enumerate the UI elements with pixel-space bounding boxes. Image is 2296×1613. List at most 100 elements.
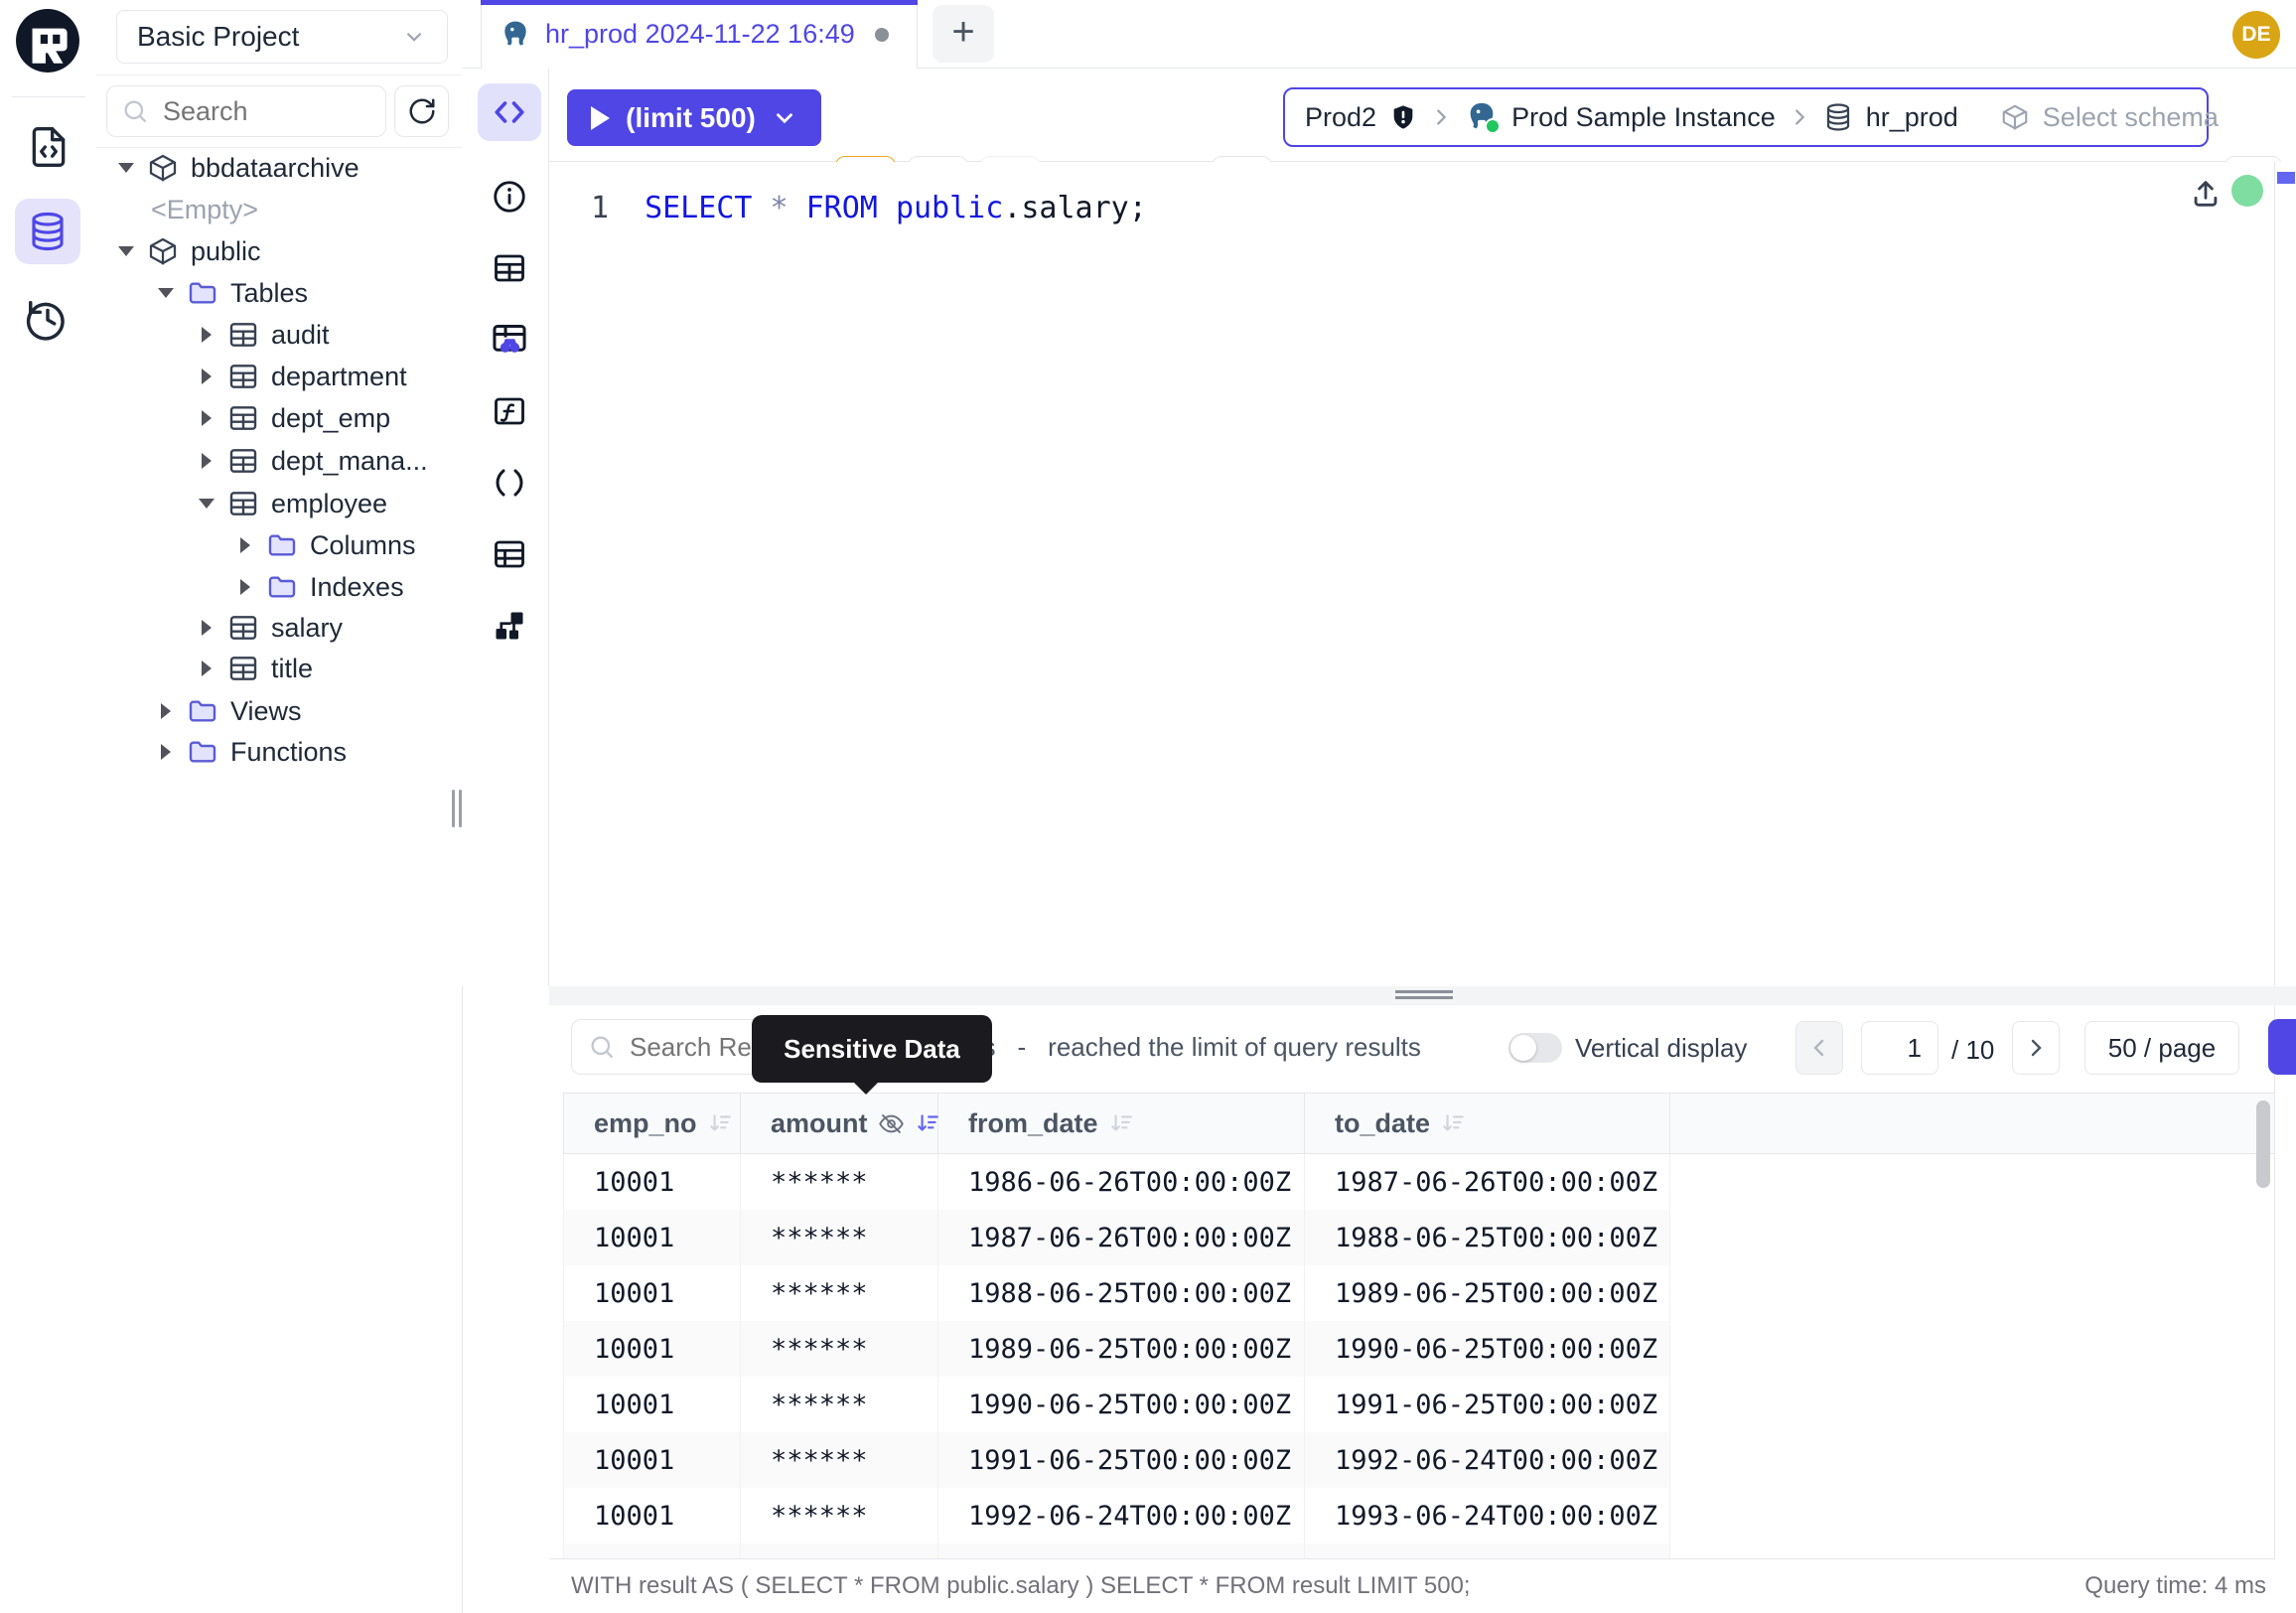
caret-right-icon[interactable] <box>198 453 215 469</box>
database-icon <box>27 211 69 252</box>
table-row[interactable]: 10001 ****** 1988-06-25T00:00:00Z 1989-0… <box>563 1265 2274 1321</box>
search-icon <box>588 1033 616 1061</box>
upload-sheet-icon[interactable] <box>2186 174 2225 214</box>
caret-down-icon[interactable] <box>157 288 175 298</box>
folder-icon <box>266 529 298 561</box>
caret-right-icon[interactable] <box>236 579 254 595</box>
caret-right-icon[interactable] <box>198 620 215 636</box>
procedures-pane-button[interactable] <box>468 451 551 514</box>
tree-item-schema-public[interactable]: public <box>96 230 475 272</box>
caret-right-icon[interactable] <box>157 744 175 760</box>
caret-down-icon[interactable] <box>117 163 135 173</box>
page-number-input[interactable] <box>1861 1021 1938 1075</box>
new-tab-button[interactable]: + <box>933 5 994 63</box>
avatar-initials: DE <box>2241 23 2270 47</box>
history-icon[interactable] <box>24 296 72 344</box>
column-header-empty <box>1670 1094 2274 1153</box>
chevron-right-icon <box>2024 1036 2048 1060</box>
export-button-cutoff[interactable] <box>2268 1019 2296 1075</box>
sql-editor-app: Basic Project <box>0 0 2296 1613</box>
plus-icon: + <box>951 12 974 52</box>
column-header-amount[interactable]: amount <box>741 1094 938 1153</box>
column-header-emp-no[interactable]: emp_no <box>564 1094 741 1153</box>
drag-handle-icon <box>1395 996 1453 999</box>
table-row[interactable]: 10001 ****** 1987-06-26T00:00:00Z 1988-0… <box>563 1210 2274 1265</box>
table-row[interactable]: 10001 ****** 1992-06-24T00:00:00Z 1993-0… <box>563 1488 2274 1543</box>
table-search-icon <box>491 321 528 359</box>
external-tables-pane-button[interactable] <box>468 522 551 586</box>
sidebar-divider <box>96 74 462 75</box>
caret-right-icon[interactable] <box>198 368 215 384</box>
schema-icon <box>147 235 179 267</box>
caret-right-icon[interactable] <box>157 703 175 719</box>
worksheet-icon[interactable] <box>25 121 72 173</box>
refresh-icon <box>407 96 437 126</box>
tree-item-folder-views[interactable]: Views <box>96 690 514 732</box>
status-bar: WITH result AS ( SELECT * FROM public.sa… <box>549 1559 2296 1613</box>
info-pane-button[interactable] <box>468 165 551 228</box>
tree-search-input[interactable] <box>161 95 363 128</box>
table-row[interactable]: 10001 ****** 1993-06-24T00:00:00Z 1994-0… <box>563 1543 2274 1559</box>
tree-item-folder-functions[interactable]: Functions <box>96 731 514 773</box>
sort-icon-active[interactable] <box>915 1110 940 1136</box>
run-label: (limit 500) <box>626 102 756 134</box>
connection-health-dot <box>2231 175 2263 207</box>
page-size-select[interactable]: 50 / page <box>2084 1021 2239 1075</box>
caret-right-icon[interactable] <box>198 327 215 343</box>
page-size-value: 50 / page <box>2108 1033 2216 1064</box>
tree-search <box>106 85 386 137</box>
tree-item-folder-tables[interactable]: Tables <box>96 272 514 314</box>
schema-icon <box>147 152 179 184</box>
sql-keyword: FROM <box>806 191 878 225</box>
chevron-right-icon <box>1430 106 1452 128</box>
connection-breadcrumb[interactable]: Prod2 Prod Sample Instance hr_prod Selec… <box>1283 87 2209 147</box>
sort-icon[interactable] <box>1440 1110 1466 1136</box>
table-row[interactable]: 10001 ****** 1986-06-26T00:00:00Z 1987-0… <box>563 1154 2274 1210</box>
database-nav-button[interactable] <box>15 199 80 264</box>
caret-right-icon[interactable] <box>198 410 215 426</box>
instance-label: Prod Sample Instance <box>1511 102 1776 133</box>
next-page-button[interactable] <box>2012 1021 2060 1075</box>
column-header-to-date[interactable]: to_date <box>1305 1094 1670 1153</box>
chevron-down-icon[interactable] <box>772 105 797 131</box>
results-table: emp_no amount from_date to_date 10001 <box>549 1093 2274 1559</box>
select-schema[interactable]: Select schema <box>1978 89 2240 145</box>
refresh-button[interactable] <box>394 85 449 137</box>
sql-editor-area[interactable]: 1 SELECT * FROM public .salary; <box>549 162 2274 986</box>
column-header-from-date[interactable]: from_date <box>938 1094 1305 1153</box>
vertical-display-toggle[interactable] <box>1508 1033 1562 1063</box>
run-button[interactable]: (limit 500) <box>567 89 821 146</box>
database-stack-icon <box>1823 102 1853 132</box>
bytebase-logo-icon[interactable] <box>15 8 80 73</box>
sort-icon[interactable] <box>1108 1110 1134 1136</box>
editor-scrollbar[interactable] <box>2274 162 2296 986</box>
tables-pane-button[interactable] <box>468 236 551 300</box>
functions-pane-button[interactable] <box>468 379 551 443</box>
chevron-left-icon <box>1807 1036 1831 1060</box>
tab-active[interactable]: hr_prod 2024-11-22 16:49 <box>481 0 918 69</box>
project-selector[interactable]: Basic Project <box>116 10 448 64</box>
diagram-pane-button[interactable] <box>468 594 551 658</box>
code-pane-button[interactable] <box>478 83 541 141</box>
unsaved-dot <box>875 28 889 42</box>
tree-item-schema-bbdataarchive[interactable]: bbdataarchive <box>96 147 475 189</box>
vertical-display-label: Vertical display <box>1575 1033 1747 1064</box>
caret-right-icon[interactable] <box>198 660 215 676</box>
sensitive-data-tooltip: Sensitive Data <box>752 1015 992 1083</box>
caret-down-icon[interactable] <box>117 246 135 256</box>
avatar[interactable]: DE <box>2232 11 2280 59</box>
diagram-icon <box>492 608 527 644</box>
panel-resize-divider[interactable] <box>549 986 2296 1005</box>
tree-item-empty: <Empty> <box>96 189 508 230</box>
caret-right-icon[interactable] <box>236 537 254 553</box>
caret-down-icon[interactable] <box>198 499 215 509</box>
sort-icon[interactable] <box>707 1110 733 1136</box>
table-row[interactable]: 10001 ****** 1991-06-25T00:00:00Z 1992-0… <box>563 1432 2274 1488</box>
table-row[interactable]: 10001 ****** 1990-06-25T00:00:00Z 1991-0… <box>563 1377 2274 1432</box>
masked-tables-pane-button[interactable] <box>468 308 551 371</box>
database-label: hr_prod <box>1866 102 1958 133</box>
table-row[interactable]: 10001 ****** 1989-06-25T00:00:00Z 1990-0… <box>563 1321 2274 1377</box>
results-scrollbar[interactable] <box>2256 1100 2270 1188</box>
prev-page-button[interactable] <box>1795 1021 1843 1075</box>
eye-off-icon[interactable] <box>878 1110 905 1137</box>
